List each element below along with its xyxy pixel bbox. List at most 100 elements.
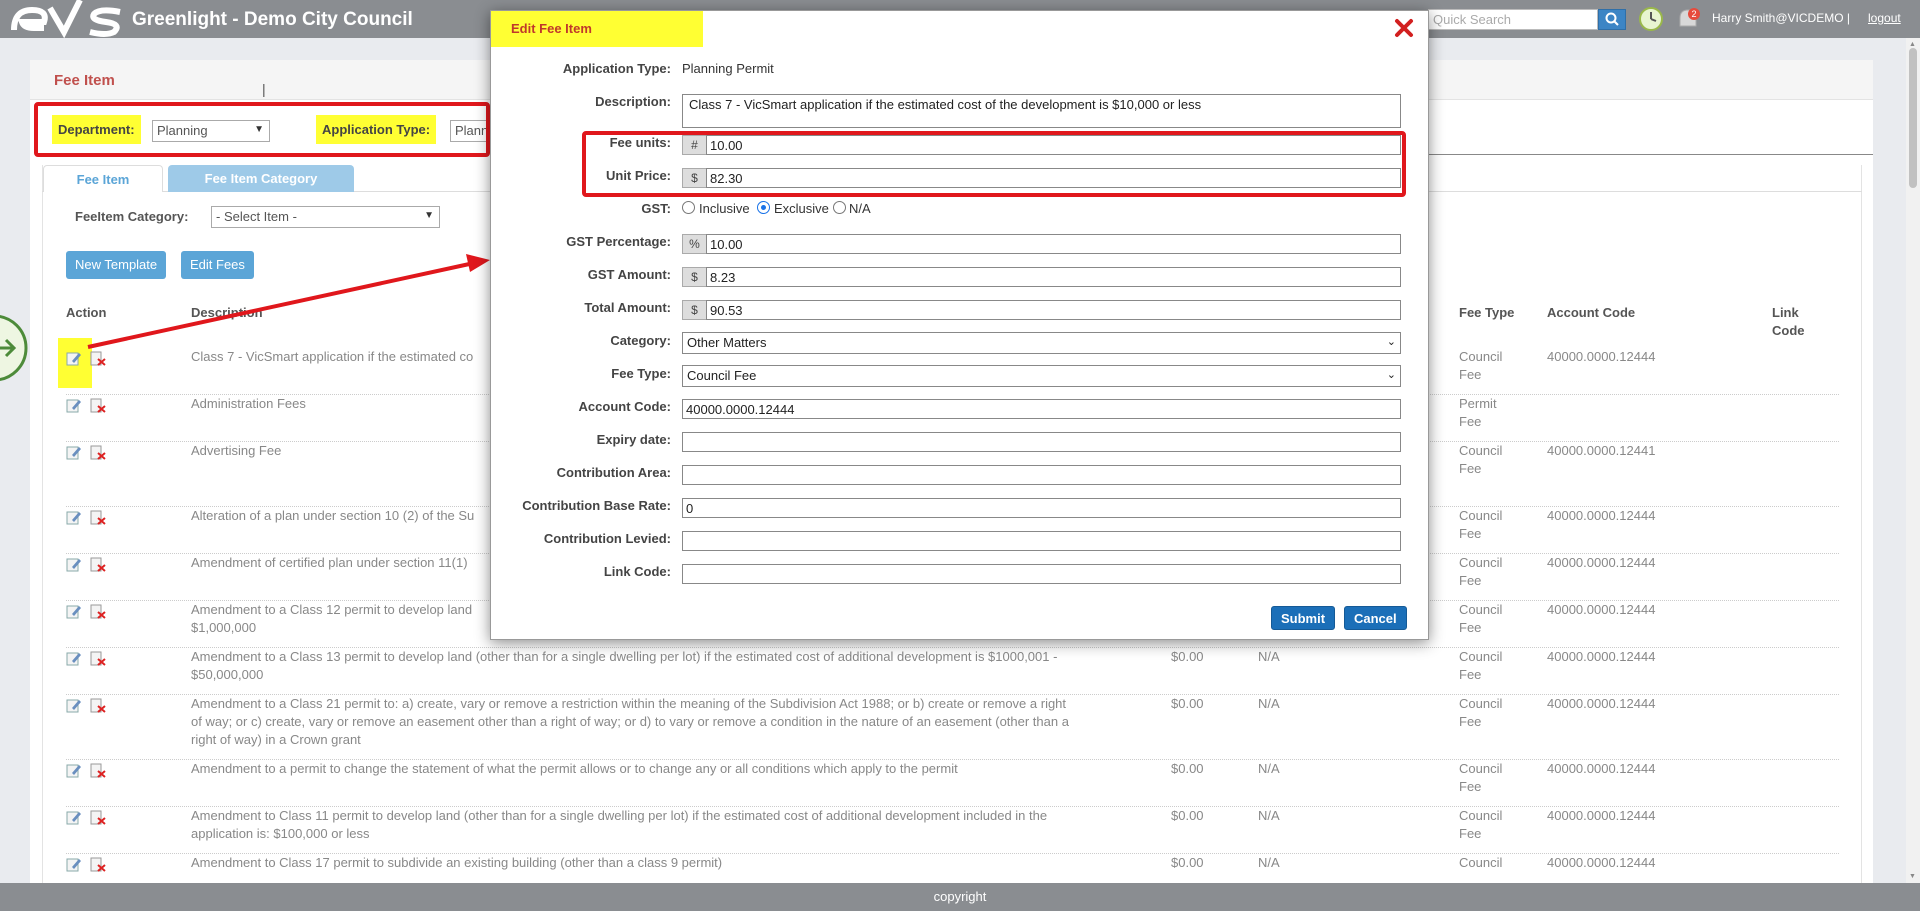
- application-type-value: Planning Permit: [682, 61, 774, 76]
- quick-search-input[interactable]: Quick Search: [1428, 9, 1598, 30]
- table-row[interactable]: Amendment to a permit to change the stat…: [66, 760, 1839, 807]
- feeitem-category-label: FeeItem Category:: [75, 209, 189, 224]
- delete-icon[interactable]: [90, 603, 106, 619]
- edit-icon[interactable]: [66, 809, 82, 825]
- description-line: application is: $100,000 or less: [191, 826, 370, 841]
- row-actions: [66, 697, 114, 713]
- footer: copyright: [0, 883, 1920, 911]
- col-link-code[interactable]: Link Code: [1772, 304, 1812, 340]
- fee-type-label: Fee Type:: [611, 366, 671, 381]
- category-select[interactable]: Other Matters ⌄: [682, 332, 1401, 354]
- contribution-base-rate-input[interactable]: 0: [682, 498, 1401, 518]
- tab-fee-item[interactable]: Fee Item: [43, 165, 163, 192]
- delete-icon[interactable]: [90, 444, 106, 460]
- account-code-cell: 40000.0000.12444: [1547, 508, 1656, 523]
- gst-inclusive-radio[interactable]: [682, 201, 695, 214]
- contribution-area-input[interactable]: [682, 465, 1401, 485]
- account-code-cell: 40000.0000.12444: [1547, 649, 1656, 664]
- description-cell: Amendment to Class 11 permit to develop …: [191, 807, 1151, 843]
- separator: |: [262, 81, 266, 97]
- fee-type-cell: Council Fee: [1459, 555, 1503, 588]
- edit-icon[interactable]: [66, 856, 82, 872]
- gst-na-label[interactable]: N/A: [849, 201, 871, 216]
- gst-exclusive-label[interactable]: Exclusive: [774, 201, 829, 216]
- link-code-label: Link Code:: [603, 564, 671, 579]
- scroll-thumb[interactable]: [1909, 48, 1917, 188]
- close-icon[interactable]: [1391, 15, 1417, 41]
- gst-amount-input[interactable]: 8.23: [706, 267, 1401, 287]
- delete-icon[interactable]: [90, 397, 106, 413]
- fee-type-cell: Council Fee: [1459, 508, 1503, 541]
- clock-icon[interactable]: [1638, 6, 1664, 32]
- description-line: Amendment to Class 11 permit to develop …: [191, 808, 1048, 823]
- contribution-levied-input[interactable]: [682, 531, 1401, 551]
- bell-icon[interactable]: 2: [1674, 6, 1702, 32]
- gst-cell: N/A: [1258, 649, 1280, 664]
- gst-label: GST:: [641, 201, 671, 216]
- contribution-area-label: Contribution Area:: [556, 465, 671, 480]
- price-cell: $0.00: [1171, 761, 1204, 776]
- description-line: Amendment to a Class 21 permit to: a) cr…: [191, 696, 1067, 711]
- link-code-input[interactable]: [682, 564, 1401, 584]
- description-cell: Amendment to a Class 21 permit to: a) cr…: [191, 695, 1151, 749]
- edit-icon[interactable]: [66, 650, 82, 666]
- gst-inclusive-label[interactable]: Inclusive: [699, 201, 750, 216]
- chevron-down-icon: ⌄: [1386, 369, 1396, 381]
- row-actions: [66, 762, 114, 778]
- col-account-code[interactable]: Account Code: [1547, 304, 1635, 322]
- cancel-button[interactable]: Cancel: [1344, 606, 1407, 630]
- total-amount-input[interactable]: 90.53: [706, 300, 1401, 320]
- table-row[interactable]: Amendment to Class 11 permit to develop …: [66, 807, 1839, 854]
- page-scrollbar[interactable]: ▲ ▼: [1906, 38, 1920, 883]
- edit-icon[interactable]: [66, 397, 82, 413]
- delete-icon[interactable]: [90, 650, 106, 666]
- description-label: Description:: [595, 94, 671, 109]
- table-row[interactable]: Amendment to a Class 13 permit to develo…: [66, 648, 1839, 695]
- table-row[interactable]: Amendment to a Class 21 permit to: a) cr…: [66, 695, 1839, 760]
- account-code-input[interactable]: 40000.0000.12444: [682, 399, 1401, 419]
- delete-icon[interactable]: [90, 856, 106, 872]
- feeitem-category-select[interactable]: - Select Item - ▼: [211, 206, 440, 228]
- delete-icon[interactable]: [90, 762, 106, 778]
- fee-type-select[interactable]: Council Fee ⌄: [682, 365, 1401, 387]
- evs-logo: [11, 0, 121, 38]
- row-actions: [66, 809, 114, 825]
- gst-percentage-label: GST Percentage:: [566, 234, 671, 249]
- edit-icon[interactable]: [66, 509, 82, 525]
- contribution-levied-label: Contribution Levied:: [543, 531, 671, 546]
- account-code-label: Account Code:: [578, 399, 671, 414]
- row-actions: [66, 556, 114, 572]
- expiry-date-input[interactable]: [682, 432, 1401, 452]
- gst-exclusive-radio[interactable]: [757, 201, 770, 214]
- logout-link[interactable]: logout: [1868, 11, 1901, 25]
- account-code-cell: 40000.0000.12444: [1547, 808, 1656, 823]
- delete-icon[interactable]: [90, 697, 106, 713]
- annotation-box-filters: [34, 102, 490, 157]
- delete-icon[interactable]: [90, 809, 106, 825]
- account-code-cell: 40000.0000.12444: [1547, 555, 1656, 570]
- edit-icon[interactable]: [66, 444, 82, 460]
- gst-na-radio[interactable]: [833, 201, 846, 214]
- col-fee-type[interactable]: Fee Type: [1459, 304, 1514, 322]
- description-textarea[interactable]: Class 7 - VicSmart application if the es…: [682, 94, 1401, 128]
- delete-icon[interactable]: [90, 556, 106, 572]
- description-cell: Amendment to Class 17 permit to subdivid…: [191, 854, 1151, 872]
- chevron-down-icon: ▼: [424, 210, 434, 221]
- gst-cell: N/A: [1258, 696, 1280, 711]
- scroll-down-icon[interactable]: ▼: [1909, 873, 1916, 880]
- fee-type-cell: Council: [1459, 855, 1503, 870]
- tab-fee-item-category[interactable]: Fee Item Category: [168, 165, 354, 192]
- delete-icon[interactable]: [90, 509, 106, 525]
- edit-icon[interactable]: [66, 762, 82, 778]
- app-title: Greenlight - Demo City Council: [132, 9, 413, 30]
- fee-type-cell: Council Fee: [1459, 808, 1503, 841]
- submit-button[interactable]: Submit: [1271, 606, 1336, 630]
- gst-percentage-input[interactable]: 10.00: [706, 234, 1401, 254]
- scroll-up-icon[interactable]: ▲: [1909, 41, 1916, 48]
- search-button[interactable]: [1598, 9, 1626, 30]
- edit-icon[interactable]: [66, 556, 82, 572]
- edit-icon[interactable]: [66, 697, 82, 713]
- edit-icon[interactable]: [66, 603, 82, 619]
- contribution-base-rate-label: Contribution Base Rate:: [522, 498, 671, 513]
- dollar-prefix: $: [682, 300, 707, 320]
